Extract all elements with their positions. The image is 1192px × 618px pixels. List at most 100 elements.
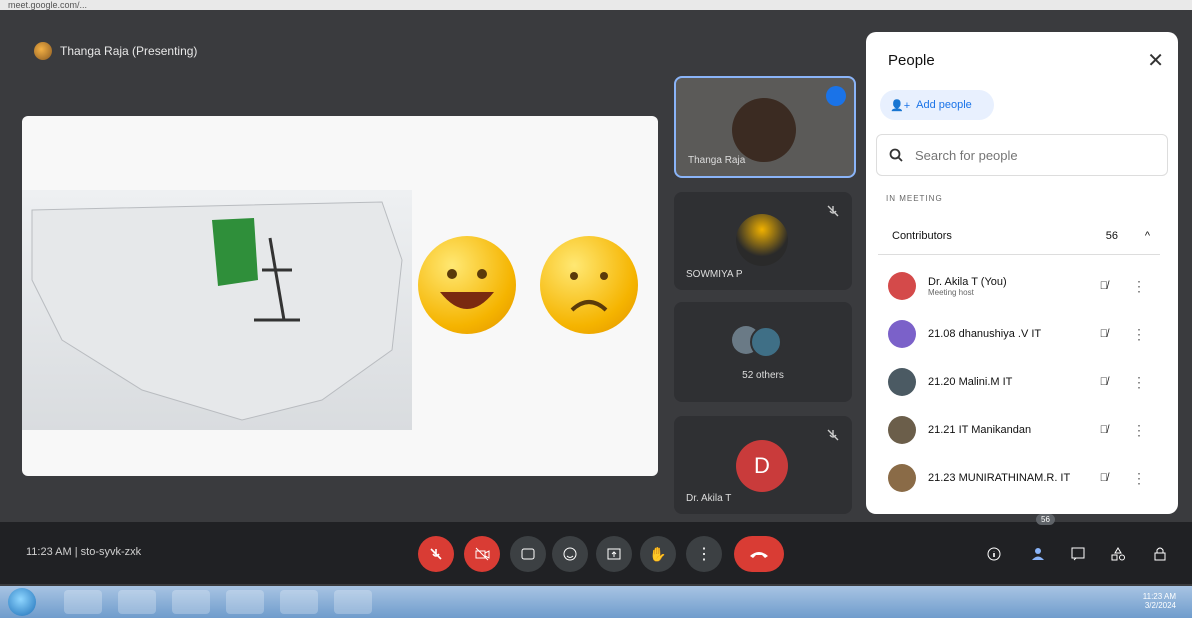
mic-off-icon: 🎙̸ [1099, 280, 1108, 292]
participant-role: Meeting host [928, 287, 974, 297]
meeting-time: 11:23 AM [26, 546, 72, 558]
search-input[interactable] [913, 146, 1137, 164]
emoji-icon [563, 547, 577, 561]
reactions-button[interactable] [552, 536, 588, 572]
add-people-button[interactable]: 👤+ Add people [880, 90, 994, 120]
mic-off-icon: 🎙̸ [1099, 472, 1108, 484]
participant-tile-thanga-raja[interactable]: Thanga Raja [674, 76, 856, 178]
mic-off-icon: 🎙̸ [1099, 424, 1108, 436]
avatar [888, 416, 916, 444]
file-explorer-window-icon[interactable] [280, 590, 318, 614]
map-drawing [31, 201, 403, 421]
participant-tile-akila[interactable]: D Dr. Akila T [674, 416, 852, 514]
meet-stage: Thanga Raja (Presenting) Thanga Raja SOW… [0, 10, 1192, 586]
chevron-up-icon[interactable]: ^ [1145, 230, 1150, 242]
more-vert-icon[interactable]: ⋮ [1132, 422, 1146, 439]
info-icon [987, 547, 1001, 561]
participant-tile-sowmiya[interactable]: SOWMIYA P [674, 192, 852, 290]
mic-off-icon [430, 548, 442, 560]
section-header: IN MEETING [886, 194, 943, 203]
others-count: 52 others [742, 370, 784, 381]
mic-off-icon [827, 205, 839, 217]
system-tray-clock[interactable]: 11:23 AM 3/2/2024 [1143, 592, 1176, 610]
people-button[interactable] [1030, 544, 1050, 564]
search-box[interactable] [876, 134, 1168, 176]
participant-tile-others[interactable]: 52 others [674, 302, 852, 402]
windows-taskbar: 11:23 AM 3/2/2024 [0, 586, 1192, 618]
internet-explorer-icon[interactable] [64, 590, 102, 614]
more-options-button[interactable]: ⋮ [686, 536, 722, 572]
participant-row[interactable]: 21.20 Malini.M IT 🎙̸ ⋮ [878, 358, 1160, 406]
people-count-badge: 56 [1036, 514, 1055, 525]
avatar [888, 368, 916, 396]
document-icon[interactable] [334, 590, 372, 614]
activities-button[interactable] [1108, 544, 1128, 564]
mic-off-icon [827, 429, 839, 441]
participant-row[interactable]: 21.08 dhanushiya .V IT 🎙̸ ⋮ [878, 310, 1160, 358]
captions-button[interactable] [510, 536, 546, 572]
raise-hand-button[interactable]: ✋ [640, 536, 676, 572]
contributors-group-header[interactable]: Contributors 56 ^ [878, 218, 1160, 255]
start-button[interactable] [8, 588, 36, 616]
host-controls-button[interactable] [1150, 544, 1170, 564]
file-explorer-icon[interactable] [118, 590, 156, 614]
captions-icon [521, 548, 535, 560]
participant-row[interactable]: 21.21 IT Manikandan 🎙̸ ⋮ [878, 406, 1160, 454]
meeting-code: sto-syvk-zxk [80, 546, 142, 558]
participant-name: 21.20 Malini.M IT [928, 376, 1013, 388]
meeting-details-button[interactable] [984, 544, 1004, 564]
participant-name: 21.23 MUNIRATHINAM.R. IT [928, 472, 1071, 484]
end-call-button[interactable] [734, 536, 784, 572]
camera-video [732, 98, 796, 162]
url-text: meet.google.com/... [8, 0, 88, 10]
search-icon [889, 148, 903, 162]
speaking-indicator-icon [826, 86, 846, 106]
add-people-label: Add people [916, 99, 972, 111]
tile-label: Dr. Akila T [686, 493, 732, 504]
tile-label: SOWMIYA P [686, 269, 743, 280]
raise-hand-icon: ✋ [649, 545, 667, 562]
mic-toggle-button[interactable] [418, 536, 454, 572]
participant-name: 21.21 IT Manikandan [928, 424, 1032, 436]
activities-icon [1111, 547, 1125, 561]
mic-off-icon: 🎙̸ [1099, 328, 1108, 340]
media-player-icon[interactable] [172, 590, 210, 614]
more-vert-icon[interactable]: ⋮ [1132, 374, 1146, 391]
panel-title: People [888, 52, 935, 69]
end-call-icon [750, 552, 768, 558]
people-icon [1032, 548, 1044, 560]
camera-off-icon [475, 547, 490, 561]
presenter-avatar [34, 42, 52, 60]
more-vert-icon[interactable]: ⋮ [1132, 326, 1146, 343]
avatar [888, 464, 916, 492]
meeting-time-code: 11:23 AM | sto-syvk-zxk [26, 546, 141, 558]
chat-button[interactable] [1068, 544, 1088, 564]
participant-info: Dr. Akila T (You) Meeting host [928, 276, 1007, 297]
camera-toggle-button[interactable] [464, 536, 500, 572]
chrome-icon[interactable] [226, 590, 264, 614]
avatar: D [736, 440, 788, 492]
tray-time: 11:23 AM [1142, 592, 1176, 601]
avatar [736, 214, 788, 266]
presenter-label: Thanga Raja (Presenting) [34, 42, 197, 60]
contributors-count: 56 [1105, 230, 1118, 242]
tray-date: 3/2/2024 [1144, 601, 1176, 610]
more-vert-icon[interactable]: ⋮ [1132, 470, 1146, 487]
present-icon [607, 548, 621, 560]
tile-label: Thanga Raja [688, 155, 746, 166]
close-icon[interactable]: ✕ [1147, 48, 1164, 73]
avatar [888, 272, 916, 300]
chat-icon [1071, 547, 1085, 561]
participant-row[interactable]: Dr. Akila T (You) Meeting host 🎙̸ ⋮ [878, 262, 1160, 310]
presenter-name: Thanga Raja (Presenting) [60, 44, 198, 58]
present-button[interactable] [596, 536, 632, 572]
participant-row[interactable]: 21.23 MUNIRATHINAM.R. IT 🎙̸ ⋮ [878, 454, 1160, 502]
host-controls-icon [1154, 547, 1166, 561]
happy-emoji-icon [418, 236, 516, 334]
more-vert-icon[interactable]: ⋮ [1132, 278, 1146, 295]
avatar [750, 326, 782, 358]
meeting-toolbar: 11:23 AM | sto-syvk-zxk ✋ ⋮ 56 [0, 514, 1192, 584]
browser-address-bar[interactable]: meet.google.com/... [0, 0, 1192, 10]
mic-off-icon: 🎙̸ [1099, 376, 1108, 388]
add-person-icon: 👤+ [890, 99, 911, 112]
